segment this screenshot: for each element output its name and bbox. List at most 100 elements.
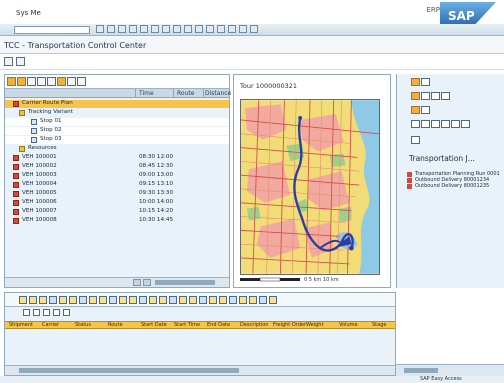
find-icon[interactable] [151,25,159,33]
column-header[interactable]: Route [177,90,194,97]
plan-icon[interactable] [199,295,207,304]
column-header[interactable]: Shipment [9,322,33,328]
track-icon[interactable] [239,295,247,304]
action-icon[interactable] [441,92,450,100]
tree-row[interactable]: VEH 100008 10:30 14:45 [5,217,229,225]
action-icon[interactable] [441,120,450,128]
scroll-right-icon[interactable] [143,279,151,286]
sort-desc-icon[interactable] [39,295,47,304]
list-item[interactable]: Outbound Delivery 80001235 [407,183,503,190]
unassign-icon[interactable] [189,295,197,304]
tree-row[interactable]: Tracking Variant [5,109,229,117]
filter-icon[interactable] [23,308,30,316]
tree-row[interactable]: Stop 01 [5,118,229,126]
settings-icon[interactable] [77,77,86,86]
tree-row[interactable]: Carrier Route Plan [5,100,229,108]
tree-row[interactable]: Resources [5,145,229,153]
last-page-icon[interactable] [206,25,214,33]
find-next-icon[interactable] [162,25,170,33]
column-header[interactable]: Distance [205,90,231,97]
action-icon[interactable] [461,120,470,128]
details-icon[interactable] [47,77,56,86]
action-icon[interactable] [421,78,430,86]
system-menu[interactable]: Sys Me [16,9,41,17]
action-icon[interactable] [431,120,440,128]
back-icon[interactable] [107,25,115,33]
info-icon[interactable] [269,295,277,304]
subtotal-icon[interactable] [69,295,77,304]
action-icon[interactable] [421,106,430,114]
route-icon[interactable] [219,295,227,304]
sort-icon[interactable] [37,77,46,86]
status-icon[interactable] [249,295,257,304]
print-icon[interactable] [79,295,87,304]
column-header[interactable]: Start Time [174,322,200,328]
scroll-thumb[interactable] [19,368,239,373]
column-header[interactable]: Start Date [141,322,167,328]
action-icon[interactable] [431,92,440,100]
details-icon[interactable] [19,295,27,304]
select-icon[interactable] [109,295,117,304]
new-session-icon[interactable] [217,25,225,33]
column-header[interactable]: Description [240,322,268,328]
action-icon[interactable] [411,92,420,100]
sort-asc-icon[interactable] [29,295,37,304]
help-icon[interactable] [239,25,247,33]
action-icon[interactable] [411,136,420,144]
next-page-icon[interactable] [195,25,203,33]
column-header[interactable]: End Date [207,322,230,328]
map-icon[interactable] [57,77,66,86]
tree-row[interactable]: VEH 100006 10:00 14:00 [5,199,229,207]
assign-icon[interactable] [179,295,187,304]
sum-icon[interactable] [59,295,67,304]
horizontal-scrollbar[interactable] [5,277,229,287]
action-icon[interactable] [451,120,460,128]
action-icon[interactable] [421,120,430,128]
shortcut-icon[interactable] [228,25,236,33]
collapse-icon[interactable] [17,77,26,86]
find-icon[interactable] [43,308,50,316]
refresh-icon[interactable] [16,57,25,66]
scroll-thumb[interactable] [155,280,215,285]
deselect-icon[interactable] [119,295,127,304]
delete-icon[interactable] [159,295,167,304]
tree-row[interactable]: VEH 100007 10:15 14:20 [5,208,229,216]
action-icon[interactable] [411,106,420,114]
column-header[interactable]: Carrier [42,322,59,328]
display-icon[interactable] [4,57,13,66]
exit-icon[interactable] [118,25,126,33]
scroll-left-icon[interactable] [133,279,141,286]
copy-icon[interactable] [169,295,177,304]
tree-row[interactable]: VEH 100005 09:30 13:30 [5,190,229,198]
tree-row[interactable]: VEH 100001 08:30 12:00 [5,154,229,162]
action-icon[interactable] [411,120,420,128]
change-icon[interactable] [139,295,147,304]
action-icon[interactable] [421,92,430,100]
tree-row[interactable]: VEH 100003 09:00 13:00 [5,172,229,180]
print-icon[interactable] [140,25,148,33]
horizontal-scrollbar[interactable] [5,365,395,375]
column-header[interactable]: Weight [306,322,323,328]
clear-filter-icon[interactable] [33,308,40,316]
right-scrollbar[interactable] [396,364,504,376]
tree-row[interactable]: Stop 02 [5,127,229,135]
tree-row[interactable]: Stop 03 [5,136,229,144]
filter-icon[interactable] [49,295,57,304]
find-next-icon[interactable] [53,308,60,316]
map-icon[interactable] [229,295,237,304]
layout-icon[interactable] [250,25,258,33]
action-icon[interactable] [411,78,420,86]
refresh-tree-icon[interactable] [67,77,76,86]
export-icon[interactable] [89,295,97,304]
schedule-icon[interactable] [209,295,217,304]
cancel-icon[interactable] [129,25,137,33]
column-header[interactable]: Volume [339,322,358,328]
create-icon[interactable] [129,295,137,304]
command-field[interactable] [14,26,90,34]
column-header[interactable]: Time [139,90,154,97]
scroll-thumb[interactable] [404,368,438,373]
display-icon[interactable] [149,295,157,304]
column-header[interactable]: Status [75,322,91,328]
prev-page-icon[interactable] [184,25,192,33]
layout-icon[interactable] [99,295,107,304]
